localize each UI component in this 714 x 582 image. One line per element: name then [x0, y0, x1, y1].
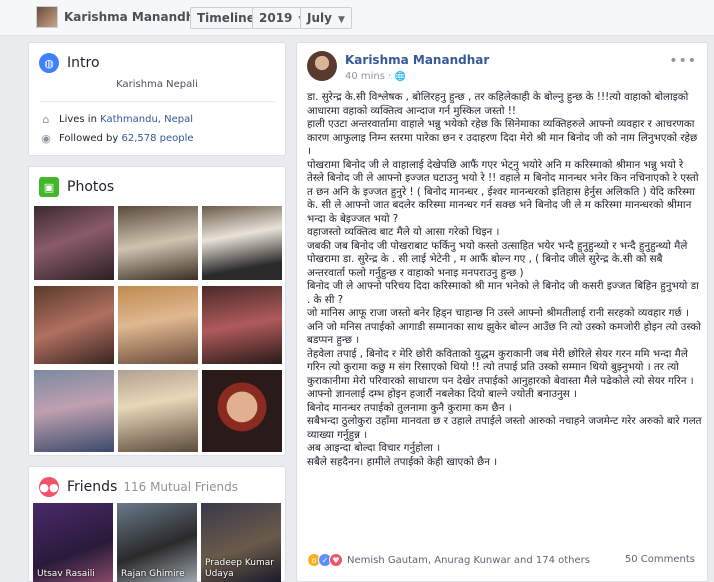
post-paragraph: अनि जो मनिस तपाईको आगाडी सम्मानका साथ झु… [307, 320, 701, 347]
photo-thumbnail[interactable] [201, 369, 283, 453]
friend-name: Pradeep Kumar Udaya [205, 558, 274, 579]
friend-tile[interactable]: Rajan Ghimire [117, 503, 197, 582]
comments-count[interactable]: 50 Comments [625, 554, 695, 565]
photos-card: ▣ Photos [28, 166, 286, 456]
photos-title: Photos [67, 179, 115, 195]
photo-thumbnail[interactable] [33, 205, 115, 281]
photo-thumbnail[interactable] [201, 205, 283, 281]
friend-tile[interactable]: Utsav Rasaili [33, 503, 113, 582]
month-dropdown[interactable]: July ▼ [300, 7, 352, 29]
post-author-avatar[interactable] [307, 51, 337, 81]
post-paragraph: पोखरामा बिनोद जी ले वाहालाई देखेपछि आफैं… [307, 158, 699, 225]
divider [39, 101, 275, 102]
intro-card: ◍ Intro Karishma Nepali ⌂ Lives in Kathm… [28, 42, 286, 156]
post-paragraph: आफ्नो ज्ञानलाई दम्भ होइन हजारौं नबलेका द… [307, 388, 577, 400]
post-body: डा. सुरेन्द्र के.सी विश्लेषक , बोलिरहनु … [307, 91, 703, 469]
photo-thumbnail[interactable] [201, 285, 283, 365]
post-paragraph: डा. सुरेन्द्र के.सी विश्लेषक , बोलिरहनु … [307, 91, 689, 117]
photos-icon: ▣ [39, 177, 59, 197]
friends-icon: ●● [39, 477, 59, 497]
friend-name: Utsav Rasaili [37, 569, 95, 579]
chevron-down-icon: ▼ [337, 15, 345, 25]
lives-in-row: ⌂ Lives in Kathmandu, Nepal [39, 113, 194, 126]
photo-thumbnail[interactable] [33, 285, 115, 365]
love-reaction-icon: ♥ [329, 553, 343, 567]
friends-title[interactable]: Friends [67, 479, 117, 495]
friend-tile[interactable]: Pradeep Kumar Udaya [201, 503, 281, 582]
post-paragraph: जबकी जब बिनोद जी पोखराबाट फर्किनु भयो कस… [307, 239, 688, 279]
friend-name: Rajan Ghimire [121, 569, 185, 579]
intro-header: ◍ Intro [39, 53, 100, 73]
followed-by-row: ◉ Followed by 62,578 people [39, 132, 194, 145]
photo-thumbnail[interactable] [117, 205, 199, 281]
post-options-icon[interactable]: ••• [669, 53, 697, 69]
post-paragraph: अब आइन्दा बोल्दा विचार गर्नुहोला । [307, 442, 441, 454]
post-paragraph: हाली एउटा अन्तरवार्तामा वाहाले भन्नु भये… [307, 118, 698, 157]
profile-avatar[interactable] [36, 6, 58, 28]
photos-header: ▣ Photos [39, 177, 114, 197]
timeline-bar: Karishma Manandhar Timeline▼ 2019▼ July▼ [0, 0, 714, 36]
friends-header: ●● Friends 116 Mutual Friends [39, 477, 238, 497]
rss-icon: ◉ [41, 132, 51, 145]
photo-thumbnail[interactable] [33, 369, 115, 453]
post-paragraph: सबैभन्दा ठुलोकुरा उहाँमा मानवता छ र उहाल… [307, 415, 702, 441]
post-paragraph: बिनोद जी ले आफ्नो परिचय दिदा करिस्माको श… [307, 280, 699, 306]
globe-icon: ◍ [39, 53, 59, 73]
home-icon: ⌂ [42, 113, 50, 126]
lives-in-link[interactable]: Kathmandu, Nepal [100, 114, 193, 125]
mutual-friends-count: 116 Mutual Friends [123, 480, 239, 494]
reactions-summary[interactable]: o ✓ ♥ Nemish Gautam, Anurag Kunwar and 1… [307, 553, 590, 567]
post-author-name[interactable]: Karishma Manandhar [345, 53, 489, 67]
post-paragraph: जो मानिस आफू राजा जस्तो बनेर हिड्न चाहान… [307, 307, 689, 319]
post-paragraph: बिनोद मानन्धर तपाईको तुलनामा कुनै कुरामा… [307, 401, 512, 414]
intro-title: Intro [67, 55, 100, 71]
intro-bio: Karishma Nepali [116, 79, 198, 90]
post-timestamp[interactable]: 40 mins · 🌐 [345, 71, 406, 82]
globe-icon: 🌐 [394, 72, 406, 82]
post-paragraph: सबैले सहदैनन। हामीले तपाईको केही खाएको छ… [307, 455, 498, 468]
post-paragraph: वहाजस्तो व्यक्तित्व बाट मैले यो आसा गरेक… [307, 226, 500, 238]
friends-card: ●● Friends 116 Mutual Friends Utsav Rasa… [28, 466, 286, 582]
photo-thumbnail[interactable] [117, 285, 199, 365]
followers-link[interactable]: 62,578 people [122, 133, 194, 144]
post-paragraph: तेहवेला तपाई , बिनोद र मेरि छोरी कविताको… [307, 347, 694, 387]
reactions-text: Nemish Gautam, Anurag Kunwar and 174 oth… [347, 554, 590, 566]
photo-thumbnail[interactable] [117, 369, 199, 453]
post-card: Karishma Manandhar 40 mins · 🌐 ••• डा. स… [296, 42, 708, 582]
